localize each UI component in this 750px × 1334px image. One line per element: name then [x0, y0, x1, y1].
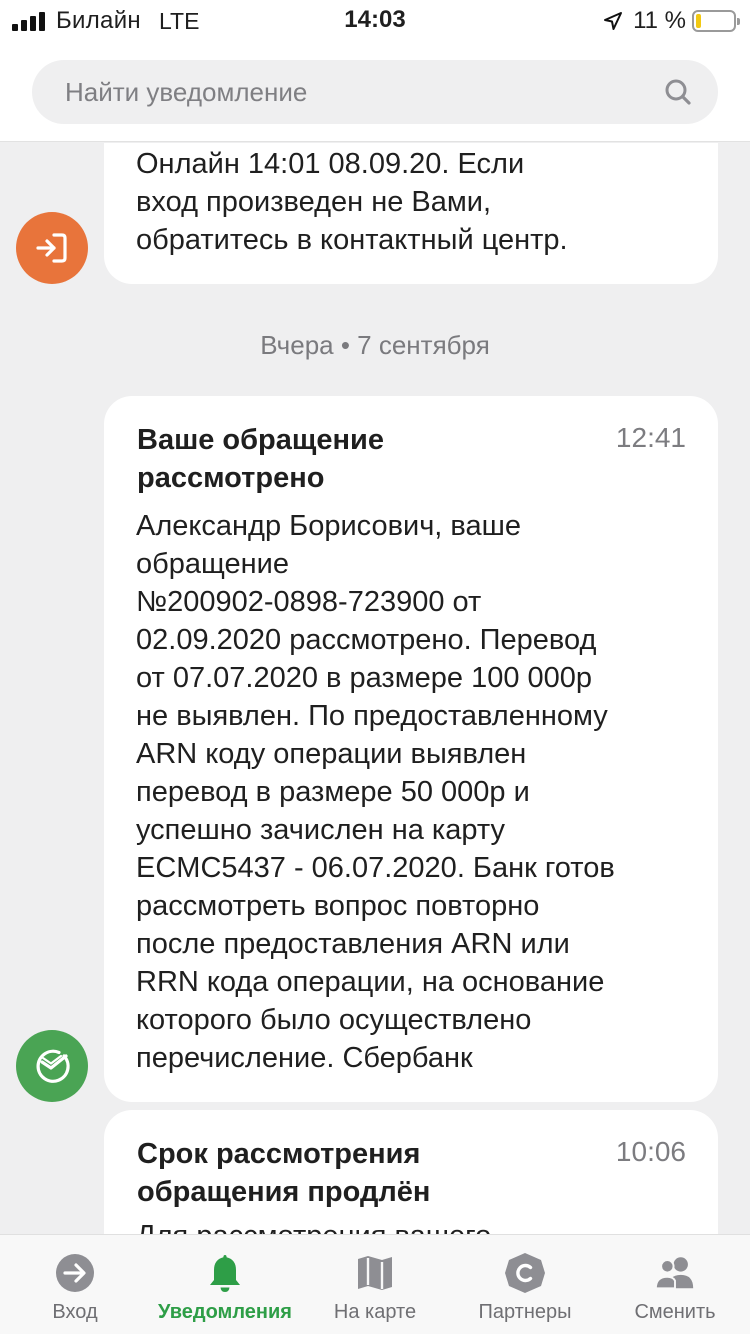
search-input[interactable] [32, 60, 642, 124]
date-separator: Вчера • 7 сентября [260, 330, 490, 360]
notification-time: 12:41 [615, 422, 686, 453]
battery-icon [692, 10, 740, 32]
login-avatar [16, 212, 88, 284]
notification-card[interactable]: Ваше обращение рассмотрено 12:41 Алексан… [104, 396, 718, 1102]
battery-percent: 11 % [633, 7, 686, 34]
tab-label: На карте [333, 1301, 417, 1323]
login-arrow-icon [36, 233, 67, 263]
bottom-tab-bar: Вход Уведомления На карте Партнеры Смени… [0, 1234, 750, 1334]
tab-notifications[interactable]: Уведомления [150, 1235, 300, 1334]
sberbank-logo-icon [36, 1049, 70, 1083]
tab-label: Партнеры [478, 1301, 572, 1323]
notification-time: 10:06 [615, 1136, 686, 1167]
notification-title: Срок рассмотрения обращения продлён [137, 1138, 431, 1208]
status-right: 11 % [603, 6, 740, 36]
search-header [0, 42, 750, 142]
notification-title: Ваше обращение рассмотрено [137, 424, 384, 494]
tab-map[interactable]: На карте [300, 1235, 450, 1334]
login-circle-icon [53, 1251, 97, 1295]
search-icon[interactable] [664, 78, 692, 106]
users-icon [653, 1251, 697, 1295]
notification-body: Онлайн 14:01 08.09.20. Если вход произве… [136, 148, 568, 256]
bell-icon [203, 1251, 247, 1295]
status-bar: Билайн LTE 14:03 11 % [0, 0, 750, 42]
map-icon [353, 1251, 397, 1295]
tab-label: Вход [52, 1301, 98, 1323]
tab-login[interactable]: Вход [0, 1235, 150, 1334]
tab-partners[interactable]: Партнеры [450, 1235, 600, 1334]
tab-label: Сменить [634, 1301, 716, 1323]
tab-label: Уведомления [158, 1301, 292, 1323]
notification-card[interactable]: Онлайн 14:01 08.09.20. Если вход произве… [104, 143, 718, 284]
notification-body: Александр Борисович, ваше обращение №200… [136, 510, 615, 1074]
search-box[interactable] [32, 60, 718, 124]
notification-card[interactable]: Срок рассмотрения обращения продлён 10:0… [104, 1110, 718, 1234]
notification-feed[interactable]: Онлайн 14:01 08.09.20. Если вход произве… [0, 143, 750, 1234]
location-arrow-icon [604, 12, 623, 30]
sberbank-avatar [16, 1030, 88, 1102]
tab-switch-user[interactable]: Сменить [600, 1235, 750, 1334]
partners-c-icon [503, 1251, 547, 1295]
